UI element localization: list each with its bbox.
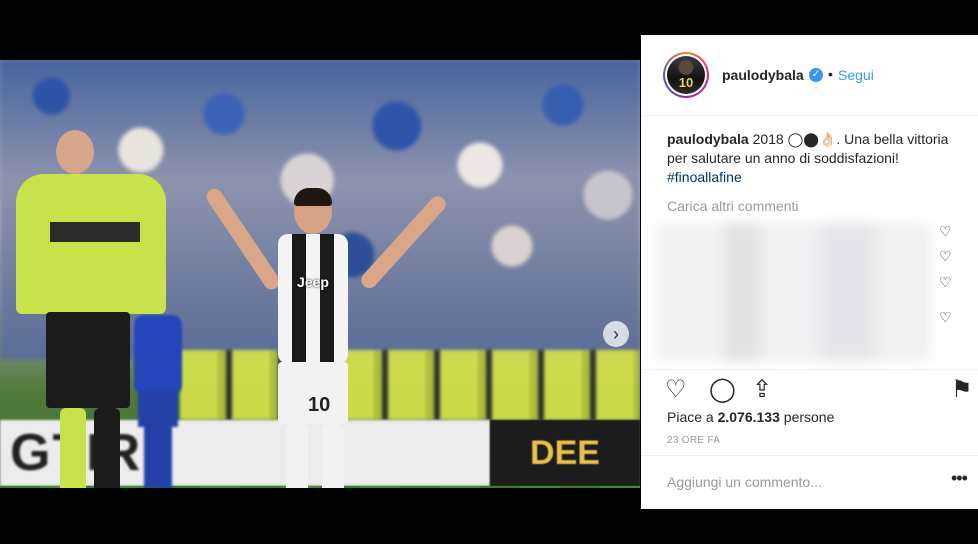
next-image-arrow-icon[interactable]: › — [603, 321, 629, 347]
likes-count[interactable]: Piace a 2.076.133 persone — [667, 409, 834, 425]
comment-like-heart-icon[interactable]: ♡ — [939, 309, 952, 326]
comment-like-heart-icon[interactable]: ♡ — [939, 274, 952, 291]
referee — [16, 130, 166, 488]
comment-like-heart-icon[interactable]: ♡ — [939, 248, 952, 265]
load-more-comments-link[interactable]: Carica altri commenti — [667, 198, 798, 214]
likes-suffix: persone — [779, 409, 835, 425]
advertising-board-right: DEE — [490, 420, 640, 486]
player-celebrating: Jeep 10 — [203, 160, 449, 488]
post-sidebar: 10 paulodybala ✓ • Segui paulodybala 201… — [641, 35, 978, 509]
comment-bar: ••• — [641, 455, 978, 510]
post-timestamp[interactable]: 23 ORE FA — [667, 435, 720, 446]
post-header: 10 paulodybala ✓ • Segui — [641, 35, 978, 116]
avatar[interactable]: 10 — [663, 52, 709, 98]
shirt-sponsor: Jeep — [297, 274, 329, 290]
post-actions: ♡ ◯ ⇪ ⚑ — [641, 369, 978, 410]
post-image[interactable]: GTIR DEE Jeep 10 › — [0, 60, 640, 488]
comment-bubble-icon[interactable]: ◯ — [709, 376, 736, 404]
username-link[interactable]: paulodybala — [722, 67, 804, 83]
post-caption: paulodybala 2018 ◯⬤👌🏻. Una bella vittori… — [667, 130, 949, 187]
verified-badge-icon: ✓ — [809, 68, 823, 82]
caption-hashtag[interactable]: #finoallafine — [667, 169, 742, 185]
avatar-number: 10 — [678, 75, 694, 90]
share-icon[interactable]: ⇪ — [752, 376, 772, 404]
more-options-icon[interactable]: ••• — [951, 468, 968, 489]
like-heart-icon[interactable]: ♡ — [665, 376, 687, 404]
separator-dot: • — [828, 66, 833, 82]
blurred-comments — [655, 223, 931, 361]
likes-number: 2.076.133 — [717, 409, 780, 425]
comment-input[interactable] — [667, 474, 917, 490]
follow-button[interactable]: Segui — [838, 67, 874, 83]
likes-prefix: Piace a — [667, 409, 718, 425]
shirt-number: 10 — [308, 394, 331, 416]
comment-like-heart-icon[interactable]: ♡ — [939, 223, 952, 240]
caption-username[interactable]: paulodybala — [667, 131, 749, 147]
bookmark-icon[interactable]: ⚑ — [951, 376, 973, 404]
